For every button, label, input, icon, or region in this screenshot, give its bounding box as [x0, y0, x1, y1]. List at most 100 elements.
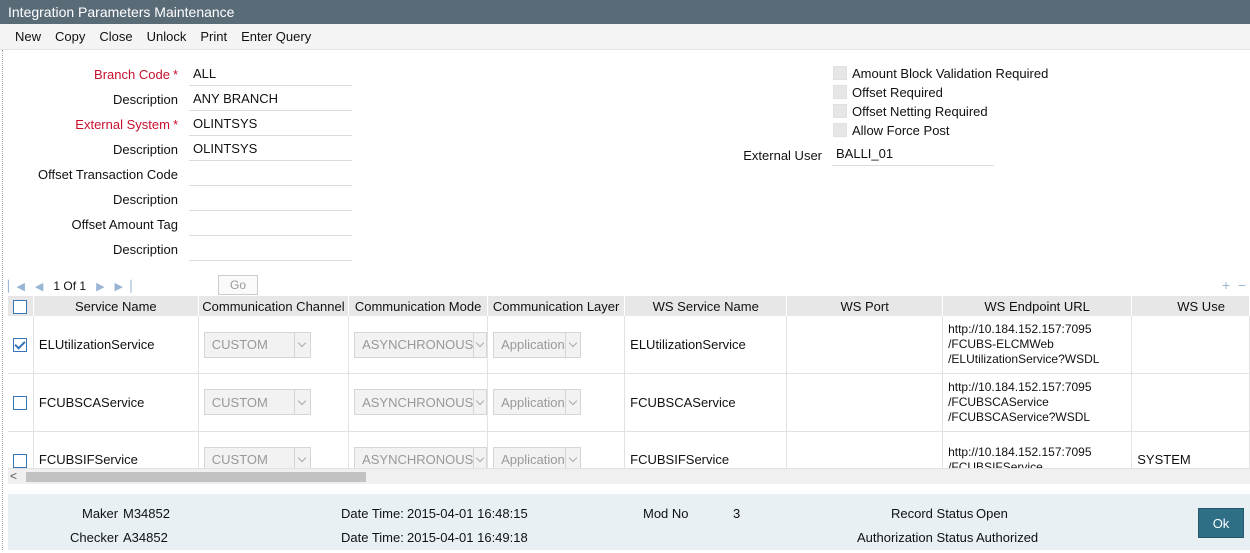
- ws-service-name-cell: ELUtilizationService: [624, 316, 788, 374]
- channel-select[interactable]: CUSTOM: [203, 389, 311, 416]
- mode-cell: ASYNCHRONOUS: [348, 373, 489, 432]
- service-name-cell: FCUBSIFService: [33, 431, 199, 468]
- mode-select[interactable]: ASYNCHRONOUS: [354, 446, 487, 468]
- layer-select[interactable]: Application: [493, 389, 582, 416]
- branch-code-label: Branch Code *: [94, 67, 178, 82]
- external-user-label: External User: [743, 148, 822, 163]
- prev-page-icon[interactable]: ◀: [35, 280, 43, 293]
- offset-amount-tag-label: Offset Amount Tag: [71, 217, 178, 232]
- row-checkbox[interactable]: [13, 396, 27, 411]
- services-grid: Service Name Communication Channel Commu…: [8, 296, 1250, 468]
- ws-port-cell: [786, 373, 944, 432]
- service-name-cell: FCUBSCAService: [33, 373, 199, 432]
- col-ws-port[interactable]: WS Port: [786, 296, 944, 316]
- close-button[interactable]: Close: [99, 29, 132, 44]
- channel-cell: CUSTOM: [198, 373, 350, 432]
- external-system-description-field[interactable]: OLINTSYS: [189, 139, 352, 161]
- allow-force-post-option[interactable]: Allow Force Post: [833, 121, 950, 139]
- authorization-status-value: Authorized: [976, 530, 1039, 545]
- next-page-icon[interactable]: ▶: [96, 280, 104, 293]
- external-user-field[interactable]: BALLI_01: [832, 144, 994, 166]
- remove-row-icon[interactable]: −: [1238, 277, 1246, 293]
- scroll-left-icon[interactable]: <: [10, 469, 17, 484]
- channel-select[interactable]: CUSTOM: [203, 331, 311, 358]
- external-system-label: External System *: [75, 117, 178, 132]
- new-button[interactable]: New: [15, 29, 41, 44]
- branch-code-field[interactable]: ALL: [189, 64, 352, 86]
- offset-amount-description-field[interactable]: [189, 239, 352, 261]
- chevron-down-icon: [564, 390, 580, 415]
- channel-cell: CUSTOM: [198, 316, 350, 374]
- ws-port-cell: [786, 316, 944, 374]
- offset-transaction-description-field[interactable]: [189, 189, 352, 211]
- scrollbar-thumb[interactable]: [26, 472, 366, 482]
- chevron-down-icon: [293, 447, 310, 468]
- offset-transaction-description-label: Description: [112, 192, 178, 207]
- copy-button[interactable]: Copy: [55, 29, 85, 44]
- go-button[interactable]: Go: [218, 275, 258, 295]
- mode-select[interactable]: ASYNCHRONOUS: [354, 389, 487, 416]
- channel-select[interactable]: CUSTOM: [203, 446, 311, 468]
- table-row[interactable]: FCUBSCAService CUSTOM ASYNCHRONOUS Appli…: [8, 373, 1250, 432]
- row-checkbox[interactable]: [13, 338, 27, 353]
- chevron-down-icon: [473, 447, 486, 468]
- col-service-name[interactable]: Service Name: [33, 296, 199, 316]
- col-ws-endpoint-url[interactable]: WS Endpoint URL: [942, 296, 1133, 316]
- ok-button[interactable]: Ok: [1198, 508, 1244, 538]
- layer-select[interactable]: Application: [493, 446, 582, 468]
- external-system-description-label: Description: [112, 142, 178, 157]
- ws-user-cell: [1131, 373, 1250, 432]
- window-title: Integration Parameters Maintenance: [0, 0, 1250, 24]
- layer-select[interactable]: Application: [493, 331, 582, 358]
- offset-transaction-code-field[interactable]: [189, 164, 352, 186]
- mode-cell: ASYNCHRONOUS: [348, 316, 489, 374]
- offset-amount-tag-field[interactable]: [189, 214, 352, 236]
- unlock-button[interactable]: Unlock: [147, 29, 187, 44]
- col-communication-channel[interactable]: Communication Channel: [198, 296, 350, 316]
- enter-query-button[interactable]: Enter Query: [241, 29, 311, 44]
- checkbox-icon[interactable]: [833, 66, 847, 80]
- mod-no-label: Mod No: [643, 506, 689, 521]
- checker-datetime-value: 2015-04-01 16:49:18: [407, 530, 528, 545]
- row-checkbox[interactable]: [13, 453, 27, 468]
- maker-datetime-label: Date Time:: [341, 506, 404, 521]
- mod-no-value: 3: [733, 506, 741, 521]
- offset-amount-description-label: Description: [112, 242, 178, 257]
- horizontal-scrollbar[interactable]: <: [8, 468, 1250, 484]
- layer-cell: Application: [487, 316, 626, 374]
- mode-cell: ASYNCHRONOUS: [348, 431, 489, 468]
- layer-cell: Application: [487, 431, 626, 468]
- amount-block-validation-option[interactable]: Amount Block Validation Required: [833, 64, 1048, 82]
- col-ws-service-name[interactable]: WS Service Name: [624, 296, 788, 316]
- mode-select[interactable]: ASYNCHRONOUS: [354, 331, 487, 358]
- checkbox-icon[interactable]: [833, 104, 847, 118]
- print-button[interactable]: Print: [200, 29, 227, 44]
- table-row[interactable]: ELUtilizationService CUSTOM ASYNCHRONOUS…: [8, 316, 1250, 374]
- channel-cell: CUSTOM: [198, 431, 350, 468]
- ws-endpoint-url-cell: http://10.184.152.157:7095/FCUBSCAServic…: [942, 373, 1133, 432]
- offset-transaction-code-label: Offset Transaction Code: [38, 167, 178, 182]
- external-system-field[interactable]: OLINTSYS: [189, 114, 352, 136]
- branch-description-field[interactable]: ANY BRANCH: [189, 89, 352, 111]
- ws-service-name-cell: FCUBSCAService: [624, 373, 788, 432]
- col-communication-layer[interactable]: Communication Layer: [487, 296, 626, 316]
- checkbox-icon[interactable]: [833, 85, 847, 99]
- checker-label: Checker: [70, 530, 119, 545]
- col-communication-mode[interactable]: Communication Mode: [348, 296, 489, 316]
- chevron-down-icon: [293, 390, 310, 415]
- checker-datetime-label: Date Time:: [341, 530, 404, 545]
- col-ws-user[interactable]: WS Use: [1131, 296, 1250, 316]
- offset-required-option[interactable]: Offset Required: [833, 83, 943, 101]
- chevron-down-icon: [564, 332, 580, 357]
- maker-label: Maker: [82, 506, 119, 521]
- grid-header-row: Service Name Communication Channel Commu…: [8, 296, 1250, 316]
- chevron-down-icon: [473, 332, 486, 357]
- last-page-icon[interactable]: ▶▕: [115, 280, 132, 293]
- select-all-checkbox[interactable]: [13, 299, 28, 314]
- ws-endpoint-url-cell: http://10.184.152.157:7095/FCUBS-ELCMWeb…: [942, 316, 1133, 374]
- add-row-icon[interactable]: +: [1222, 277, 1230, 293]
- offset-netting-option[interactable]: Offset Netting Required: [833, 102, 988, 120]
- first-page-icon[interactable]: ▏◀: [8, 280, 25, 293]
- table-row[interactable]: FCUBSIFService CUSTOM ASYNCHRONOUS Appli…: [8, 431, 1250, 468]
- checkbox-icon[interactable]: [833, 123, 847, 137]
